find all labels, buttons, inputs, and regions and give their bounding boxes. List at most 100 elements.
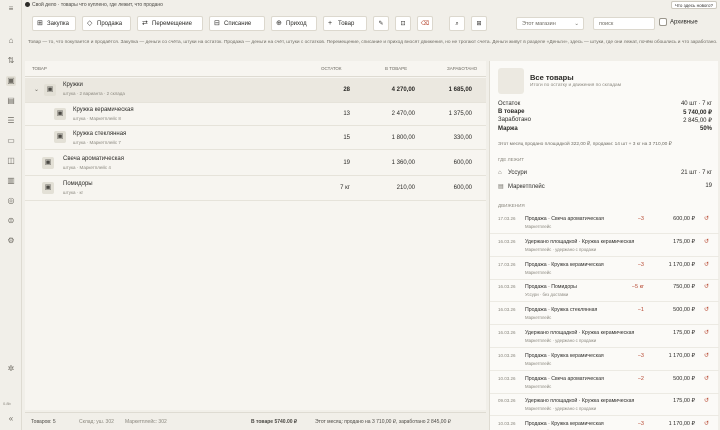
stock-cell: 15: [343, 135, 350, 141]
movement-title: Продажа · Кружка керамическая: [525, 261, 604, 268]
movement-row[interactable]: 10.03.26Продажа · Кружка керамическаяМар…: [490, 417, 719, 430]
movement-row[interactable]: 10.03.26 Продажа · Свеча ароматическая Мар…: [490, 372, 719, 394]
target-icon[interactable]: ◎: [6, 196, 16, 206]
chevron-down-icon[interactable]: ⌄: [34, 86, 39, 93]
movement-date: 10.03.26: [498, 375, 516, 381]
list-icon[interactable]: ☰: [6, 116, 16, 126]
undo-icon[interactable]: ↺: [704, 397, 709, 404]
label-icon: ⌕: [455, 21, 459, 27]
kv-stock: Остаток 40 шт · 7 кг: [498, 101, 712, 107]
product-sub: штука · Маркетплейс 7: [73, 140, 121, 145]
table-row[interactable]: ⌄ ▣ Кружки штука · 2 варианта · 2 склада…: [25, 78, 486, 103]
where-label: ГДЕ ЛЕЖИТ: [498, 157, 525, 162]
movement-row[interactable]: 16.03.26 Продажа · Кружка стеклянная Марке…: [490, 303, 719, 326]
movement-sub: Маркетплейс · удержано с продажи: [525, 246, 597, 252]
col-name[interactable]: ТОВАР: [32, 66, 47, 71]
settings-icon[interactable]: ⚙: [6, 236, 16, 246]
whats-new-button[interactable]: Что здесь нового?: [670, 1, 717, 9]
delete-button[interactable]: ⌫: [417, 16, 433, 31]
movement-row[interactable]: 17.03.26 Продажа · Кружка керамическая Мар…: [490, 258, 719, 280]
sale-button[interactable]: ◇ Продажа: [82, 16, 131, 31]
chart-icon[interactable]: ▥: [6, 176, 16, 186]
movement-row[interactable]: 16.03.26 Продажа · Помидоры Уссури · без д…: [490, 280, 719, 303]
tag-filter-button[interactable]: ⌕: [449, 16, 465, 31]
movement-sub: Маркетплейс · удержано с продажи: [525, 338, 597, 343]
archive-button[interactable]: ⊡: [395, 16, 411, 31]
warehouse-select[interactable]: Этот магазин ⌄: [516, 17, 584, 30]
location-row[interactable]: ▤ Маркетплейс 19: [498, 183, 712, 190]
menu-icon[interactable]: ≡: [6, 4, 16, 14]
movement-qty: −2: [637, 375, 644, 382]
col-earned[interactable]: ЗАРАБОТАНО: [447, 66, 477, 71]
book-icon[interactable]: ◫: [6, 156, 16, 166]
grid-view-button[interactable]: ⊞: [471, 16, 487, 31]
table-row[interactable]: ▣ Помидоры штука · кг 7 кг 210,00 600,00: [25, 176, 486, 201]
movement-row[interactable]: 10.03.26Продажа · Кружка керамическаяМар…: [490, 349, 719, 371]
table-row[interactable]: ▣ Кружка керамическая штука · Маркетплей…: [25, 103, 486, 126]
home-icon[interactable]: ⌂: [6, 36, 16, 46]
undo-icon[interactable]: ↺: [704, 375, 709, 382]
income-button[interactable]: ⊕ Приход: [271, 16, 317, 31]
col-in-goods[interactable]: В ТОВАРЕ: [385, 66, 407, 71]
movement-sub: Маркетплейс: [525, 269, 552, 275]
movement-sum: 1 170,00 ₽: [668, 352, 695, 359]
marketplace-icon: ▤: [498, 184, 504, 190]
movement-date: 17.03.26: [498, 216, 516, 221]
gear-icon[interactable]: ✲: [6, 364, 16, 374]
movement-qty: −5 кг: [631, 284, 644, 291]
movement-row[interactable]: 09.03.26 Удержано площадкой · Кружка кера…: [490, 394, 719, 417]
movement-title: Продажа · Свеча ароматическая: [525, 375, 604, 382]
undo-icon[interactable]: ↺: [704, 261, 709, 268]
undo-icon[interactable]: ↺: [704, 238, 709, 245]
transfer-icon[interactable]: ⇅: [6, 56, 16, 66]
month-note: Этот месяц продано площадкой 322,00 ₽, п…: [498, 142, 672, 147]
product-name: Помидоры: [63, 181, 93, 187]
movement-title: Продажа · Помидоры: [525, 284, 577, 291]
goods-icon[interactable]: ▣: [6, 76, 16, 86]
top-bar: Свой дело · товары что куплено, где лежи…: [22, 0, 720, 11]
col-stock[interactable]: ОСТАТОК: [321, 66, 342, 71]
collapse-icon[interactable]: «: [6, 414, 16, 424]
transfer-button[interactable]: ⇄ Перемещение: [137, 16, 203, 31]
table-row[interactable]: ▣ Свеча ароматическая штука · Маркетплей…: [25, 150, 486, 176]
product-sub: штука · Маркетплейс 8: [73, 116, 121, 121]
version-label: 0.8b: [3, 401, 11, 406]
receipt-icon[interactable]: ▤: [6, 96, 16, 106]
add-product-button[interactable]: + Товар: [323, 16, 367, 31]
table-row[interactable]: ▣ Кружка стеклянная штука · Маркетплейс …: [25, 126, 486, 150]
product-name: Кружка стеклянная: [73, 131, 127, 137]
movement-row[interactable]: 16.03.26 Удержано площадкой · Кружка кера…: [490, 235, 719, 257]
undo-icon[interactable]: ↺: [704, 352, 709, 359]
search-input[interactable]: поиск: [593, 17, 655, 30]
table-header: ТОВАР ОСТАТОК В ТОВАРЕ ЗАРАБОТАНО: [25, 61, 486, 77]
earned-cell: 600,00: [453, 185, 472, 191]
product-sub: штука · Маркетплейс 4: [63, 165, 111, 170]
undo-icon[interactable]: ↺: [704, 283, 709, 290]
box-icon: ▣: [42, 157, 54, 169]
purchase-button[interactable]: ⊞ Закупка: [32, 16, 76, 31]
earned-cell: 1 685,00: [448, 87, 472, 93]
movement-row[interactable]: 17.03.26 Продажа · Свеча ароматическая Мар…: [490, 212, 719, 234]
movement-sub: Маркетплейс: [525, 224, 552, 229]
undo-icon[interactable]: ↺: [704, 329, 709, 336]
edit-button[interactable]: ✎: [373, 16, 389, 31]
undo-icon[interactable]: ↺: [704, 215, 709, 222]
wallet-icon[interactable]: ▭: [6, 136, 16, 146]
movement-sub: Маркетплейс: [525, 360, 552, 366]
movement-qty: −3: [637, 261, 644, 268]
writeoff-button[interactable]: ⊟ Списание: [209, 16, 265, 31]
coins-icon[interactable]: ⊜: [6, 216, 16, 226]
product-name: Кружки: [63, 82, 83, 88]
movement-row[interactable]: 16.03.26 Удержано площадкой · Кружка кера…: [490, 326, 719, 348]
movement-sub: Маркетплейс: [525, 315, 552, 321]
stock-cell: 19: [343, 160, 350, 166]
undo-icon[interactable]: ↺: [704, 420, 709, 427]
undo-icon[interactable]: ↺: [704, 306, 709, 313]
archive-toggle[interactable]: Архивные: [659, 18, 698, 26]
movement-sum: 600,00 ₽: [673, 216, 695, 222]
archive-checkbox[interactable]: [659, 18, 667, 26]
status-total: В товаре 5740.00 ₽: [251, 419, 298, 425]
status-marketplace: Маркетплейс: 302: [125, 419, 167, 425]
location-row[interactable]: ⌂ Уссури 21 шт · 7 кг: [498, 170, 712, 176]
trash-icon: ⌫: [420, 21, 430, 27]
